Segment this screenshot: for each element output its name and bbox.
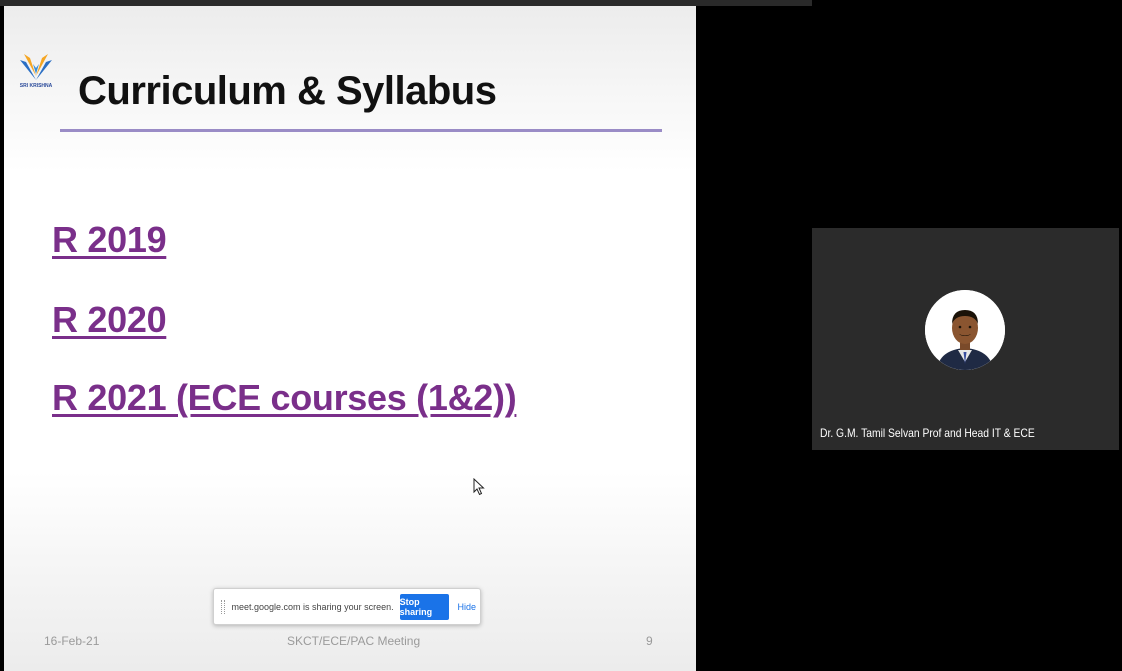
link-r2019[interactable]: R 2019 <box>52 219 167 261</box>
meeting-screen: SRI KRISHNA Curriculum & Syllabus R 2019… <box>0 0 1122 671</box>
slide-page-number: 9 <box>646 634 653 648</box>
avatar <box>925 290 1005 370</box>
stop-sharing-button[interactable]: Stop sharing <box>399 593 450 620</box>
slide-footer-title: SKCT/ECE/PAC Meeting <box>287 634 421 648</box>
link-r2021[interactable]: R 2021 (ECE courses (1&2)) <box>52 377 517 419</box>
hide-button[interactable]: Hide <box>453 602 480 612</box>
participant-tile[interactable]: Dr. G.M. Tamil Selvan Prof and Head IT &… <box>812 228 1119 450</box>
link-r2020[interactable]: R 2020 <box>52 299 167 341</box>
mouse-pointer-icon <box>473 478 485 496</box>
slide-footer-date: 16-Feb-21 <box>44 634 100 648</box>
college-logo: SRI KRISHNA <box>16 50 56 106</box>
title-divider <box>60 129 662 132</box>
slide-title: Curriculum & Syllabus <box>78 69 497 113</box>
screen-share-bar: meet.google.com is sharing your screen. … <box>213 588 481 625</box>
participant-name: Dr. G.M. Tamil Selvan Prof and Head IT &… <box>820 426 1035 440</box>
logo-text: SRI KRISHNA <box>19 83 53 89</box>
presentation-slide: SRI KRISHNA Curriculum & Syllabus R 2019… <box>4 6 696 671</box>
person-avatar-icon <box>925 290 1005 370</box>
drag-handle-icon[interactable] <box>221 599 225 614</box>
share-message: meet.google.com is sharing your screen. <box>231 601 394 612</box>
logo-emblem-icon <box>20 54 52 80</box>
